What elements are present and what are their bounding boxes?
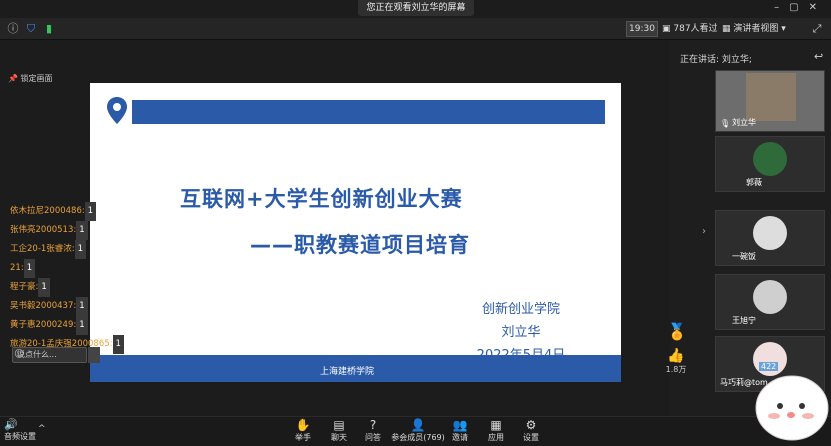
screen-share-banner: 您正在观看刘立华的屏幕 (358, 0, 474, 16)
members-label: 参会成员(769) (391, 433, 445, 442)
chat-sender: 吴书毅2000437: (10, 301, 77, 311)
hand-icon: ✋ (295, 418, 311, 432)
invite-button[interactable]: 👥 邀请 (440, 418, 480, 443)
slide-presenter: 刘立华 (501, 325, 541, 340)
sticker-character (755, 375, 829, 441)
audio-settings-label: 音频设置 (4, 432, 36, 441)
settings-button[interactable]: ⚙ 设置 (511, 418, 551, 443)
shared-slide: 互联网+大学生创新创业大赛 ——职教赛道项目培育 创新创业学院 刘立华 2022… (90, 83, 621, 382)
chat-send-button[interactable] (88, 347, 100, 363)
chat-sender: 黄子惠2000249: (10, 320, 77, 330)
qa-label: 问答 (365, 433, 381, 442)
settings-label: 设置 (523, 433, 539, 442)
chat-message: 依木拉尼2000486: 1 (10, 202, 150, 221)
participant-tile[interactable]: 🎙 刘立华 (715, 70, 825, 132)
gear-icon: ⚙ (525, 418, 537, 432)
medal-icon: 🏅 (667, 322, 687, 341)
lock-view-button[interactable]: 📌 锁定画面 (8, 72, 53, 86)
chat-sender: 依木拉尼2000486: (10, 206, 85, 216)
members-icon: 👤 (410, 418, 426, 432)
slide-subtitle: ——职教赛道项目培育 (250, 233, 470, 257)
participant-name: 一碗饭 (732, 252, 756, 261)
chat-text: 1 (74, 240, 87, 259)
question-icon: ? (369, 418, 377, 432)
slide-title: 互联网+大学生创新创业大赛 (180, 187, 463, 211)
invite-icon: 👥 (452, 418, 468, 432)
mic-icon: 🎙 (720, 119, 731, 128)
window-controls[interactable]: –▢✕ (774, 2, 827, 13)
apps-icon: ▦ (490, 418, 502, 432)
audio-settings-button[interactable]: 🔊 音频设置 (4, 419, 36, 442)
participant-tile[interactable]: 郭薇 (715, 136, 825, 192)
shield-icon[interactable]: ⛉ (24, 22, 38, 36)
thumbs-up-icon: 👍 (667, 348, 685, 364)
avatar (753, 216, 787, 250)
participant-name: 王旭宁 (732, 316, 756, 325)
speaker-icon: 🔊 (4, 418, 18, 431)
participant-tile[interactable]: 一碗饭 (715, 210, 825, 266)
invite-label: 邀请 (452, 433, 468, 442)
chat-text: 1 (76, 316, 88, 335)
chat-text: 1 (76, 297, 88, 316)
apps-label: 应用 (488, 433, 504, 442)
qa-button[interactable]: ? 问答 (353, 418, 393, 443)
chat-message: 程子豪: 1 (10, 278, 150, 297)
chat-message: 工企20-1张睿浓: 1 (10, 240, 150, 259)
raise-hand-label: 举手 (295, 433, 311, 442)
chat-text: 1 (76, 221, 88, 240)
speaker-view-dropdown[interactable]: ▦ 演讲者视图 ▾ (722, 21, 800, 37)
like-count: 1.8万 (665, 365, 687, 374)
avatar (753, 142, 787, 176)
lock-view-label: 锁定画面 (20, 74, 53, 83)
slide-header-bar (132, 100, 605, 124)
chat-message: 21: 1 (10, 259, 150, 278)
video-feed (746, 73, 796, 121)
chat-message: 黄子惠2000249: 1 (10, 316, 150, 335)
meeting-timer: 19:30 (626, 21, 658, 37)
fullscreen-icon[interactable]: ⤢ (810, 22, 824, 36)
slide-footer-logo: 上海建桥学院 (320, 367, 375, 377)
chevron-up-icon[interactable]: ^ (38, 424, 46, 434)
participant-tile[interactable]: 王旭宁 (715, 274, 825, 330)
avatar (753, 280, 787, 314)
chevron-down-icon: ▾ (778, 24, 786, 34)
viewer-count: ▣ 787人看过 (662, 21, 720, 37)
chat-sender: 工企20-1张睿浓: (10, 244, 75, 254)
chat-message: 吴书毅2000437: 1 (10, 297, 150, 316)
pin-icon: 📌 (8, 74, 21, 83)
slide-org: 创新创业学院 (481, 302, 560, 317)
chat-sender: 21: (10, 263, 24, 273)
emoji-icon[interactable]: ☺ (14, 349, 24, 360)
like-button[interactable]: 👍 1.8万 (662, 348, 690, 375)
participant-name: 郭薇 (746, 178, 762, 187)
grid-icon: ▦ (722, 24, 734, 34)
chat-text: 1 (112, 335, 124, 354)
chat-label: 聊天 (331, 433, 347, 442)
speaking-indicator: 正在讲话: 刘立华; (680, 55, 752, 65)
apps-button[interactable]: ▦ 应用 (476, 418, 516, 443)
members-button[interactable]: 👤 参会成员(769) (388, 418, 448, 443)
chat-text: 1 (38, 278, 50, 297)
chat-overlay: 依木拉尼2000486: 1 张伟亮2000513: 1 工企20-1张睿浓: 1 21: 1… (10, 202, 150, 354)
chat-text: 1 (84, 202, 97, 221)
info-icon[interactable]: ⓘ (6, 22, 20, 36)
back-icon[interactable]: ↩ (814, 50, 823, 63)
chat-sender: 程子豪: (10, 282, 39, 292)
chevron-right-icon[interactable]: › (702, 226, 706, 237)
user-icon: ▣ (662, 24, 674, 34)
viewer-count-label: 787人看过 (673, 24, 718, 34)
chat-text: 1 (23, 259, 36, 278)
signal-icon: ▮ (45, 22, 53, 35)
chat-sender: 张伟亮2000513: (10, 225, 77, 235)
raise-hand-button[interactable]: ✋ 举手 (283, 418, 323, 443)
participant-name: 刘立华 (732, 118, 756, 127)
chat-message: 张伟亮2000513: 1 (10, 221, 150, 240)
location-pin-icon (107, 97, 127, 124)
speaker-view-label: 演讲者视图 (733, 24, 779, 34)
